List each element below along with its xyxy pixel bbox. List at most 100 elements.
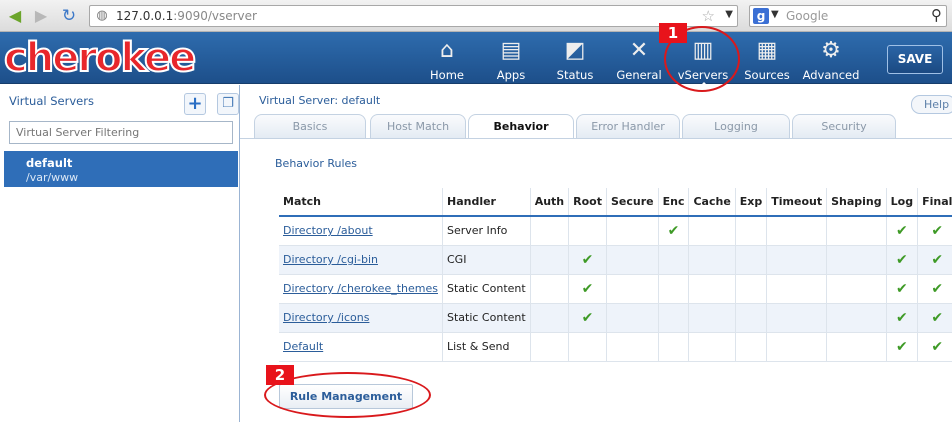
vserver-filter-input[interactable]	[9, 121, 233, 144]
nav-general[interactable]: ✕ General	[607, 38, 671, 82]
checkmark-icon: ✔	[917, 216, 952, 246]
save-button[interactable]: SAVE	[887, 45, 943, 74]
column-header: Cache	[688, 188, 736, 217]
nav-status-label: Status	[556, 68, 594, 82]
app-header: cherokee ⌂ Home ▤ Apps ◩ Status ✕ Genera…	[0, 32, 952, 84]
empty-cell	[826, 303, 887, 333]
rule-link[interactable]: Directory /cherokee_themes	[283, 282, 438, 295]
empty-cell	[688, 274, 736, 304]
nav-home-label: Home	[430, 68, 464, 82]
column-header: Match	[279, 188, 443, 217]
search-placeholder: Google	[786, 9, 829, 23]
add-vserver-button[interactable]: +	[184, 93, 206, 115]
checkmark-icon: ✔	[886, 216, 919, 246]
globe-icon: ◍	[96, 8, 108, 23]
tab-logging[interactable]: Logging	[682, 114, 790, 138]
empty-cell	[688, 332, 736, 362]
empty-cell	[568, 332, 607, 362]
empty-cell	[658, 303, 690, 333]
browser-toolbar: ◀ ▶ ↻ ◍ 127.0.0.1:9090/vserver ☆ ▼ g ▼ G…	[0, 0, 952, 32]
handler-cell: CGI	[442, 245, 531, 275]
empty-cell	[530, 216, 570, 246]
nav-apps[interactable]: ▤ Apps	[479, 38, 543, 82]
table-row: Directory /cherokee_themes Static Content…	[279, 274, 952, 304]
nav-home[interactable]: ⌂ Home	[415, 38, 479, 82]
nav-sources[interactable]: ▦ Sources	[735, 38, 799, 82]
empty-cell	[766, 216, 828, 246]
empty-cell	[766, 303, 828, 333]
empty-cell	[735, 303, 768, 333]
bookmark-star-icon[interactable]: ☆	[702, 7, 715, 25]
empty-cell	[658, 274, 690, 304]
apps-icon: ▤	[500, 38, 522, 63]
rule-link[interactable]: Default	[283, 340, 323, 353]
empty-cell	[658, 332, 690, 362]
url-path: :9090/vserver	[173, 9, 257, 23]
search-box[interactable]: g ▼ Google ⚲	[749, 5, 947, 27]
empty-cell	[766, 332, 828, 362]
empty-cell	[568, 216, 607, 246]
empty-cell	[766, 245, 828, 275]
empty-cell	[606, 303, 659, 333]
tab-basics[interactable]: Basics	[254, 114, 366, 138]
tab-bar: Basics Host Match Behavior Error Handler…	[248, 114, 952, 139]
vserver-path: /var/www	[26, 171, 79, 184]
rule-link[interactable]: Directory /about	[283, 224, 373, 237]
cherokee-logo[interactable]: cherokee	[3, 34, 197, 82]
sidebar: Virtual Servers + ❐ default /var/www	[0, 85, 240, 422]
match-cell: Directory /icons	[279, 303, 443, 333]
url-bar[interactable]: ◍ 127.0.0.1:9090/vserver ☆ ▼	[89, 5, 738, 27]
tab-divider	[240, 138, 952, 139]
clone-vserver-button[interactable]: ❐	[217, 93, 239, 115]
sidebar-item-default[interactable]: default /var/www	[4, 151, 238, 187]
empty-cell	[530, 303, 570, 333]
rule-link[interactable]: Directory /icons	[283, 311, 369, 324]
clone-icon: ❐	[222, 96, 234, 111]
checkmark-icon: ✔	[568, 303, 607, 333]
empty-cell	[688, 303, 736, 333]
nav-status[interactable]: ◩ Status	[543, 38, 607, 82]
checkmark-icon: ✔	[917, 274, 952, 304]
magnifier-icon[interactable]: ⚲	[931, 6, 942, 24]
match-cell: Default	[279, 332, 443, 362]
checkmark-icon: ✔	[917, 332, 952, 362]
checkmark-icon: ✔	[658, 216, 690, 246]
empty-cell	[606, 332, 659, 362]
handler-cell: List & Send	[442, 332, 531, 362]
tab-behavior[interactable]: Behavior	[468, 114, 574, 139]
tab-security[interactable]: Security	[792, 114, 896, 138]
rule-link[interactable]: Directory /cgi-bin	[283, 253, 378, 266]
column-header: Log	[886, 188, 919, 217]
column-header: Auth	[530, 188, 570, 217]
table-row: Directory /cgi-bin CGI ✔ ✔ ✔	[279, 245, 952, 275]
page-title: Virtual Server: default	[259, 94, 381, 107]
empty-cell	[735, 274, 768, 304]
empty-cell	[688, 245, 736, 275]
column-header: Timeout	[766, 188, 828, 217]
search-engine-icon[interactable]: g	[753, 8, 769, 24]
annotation-badge-2: 2	[266, 365, 294, 385]
tab-error-handler[interactable]: Error Handler	[576, 114, 680, 138]
column-header: Enc	[658, 188, 690, 217]
checkmark-icon: ✔	[917, 245, 952, 275]
column-header: Secure	[606, 188, 659, 217]
search-engine-dropdown-icon[interactable]: ▼	[771, 9, 779, 20]
url-host: 127.0.0.1	[116, 9, 174, 23]
handler-cell: Static Content	[442, 274, 531, 304]
url-dropdown-icon[interactable]: ▼	[725, 9, 733, 20]
forward-arrow-icon[interactable]: ▶	[31, 6, 51, 26]
nav-apps-label: Apps	[496, 68, 526, 82]
empty-cell	[530, 332, 570, 362]
reload-icon[interactable]: ↻	[59, 6, 79, 26]
table-row: Directory /about Server Info ✔ ✔ ✔	[279, 216, 952, 246]
handler-cell: Server Info	[442, 216, 531, 246]
sources-icon: ▦	[756, 38, 778, 63]
back-arrow-icon[interactable]: ◀	[5, 6, 25, 26]
checkmark-icon: ✔	[568, 274, 607, 304]
checkmark-icon: ✔	[568, 245, 607, 275]
match-cell: Directory /cherokee_themes	[279, 274, 443, 304]
nav-advanced[interactable]: ⚙ Advanced	[799, 38, 863, 82]
help-button[interactable]: Help	[911, 95, 952, 114]
checkmark-icon: ✔	[886, 303, 919, 333]
tab-host-match[interactable]: Host Match	[370, 114, 466, 138]
